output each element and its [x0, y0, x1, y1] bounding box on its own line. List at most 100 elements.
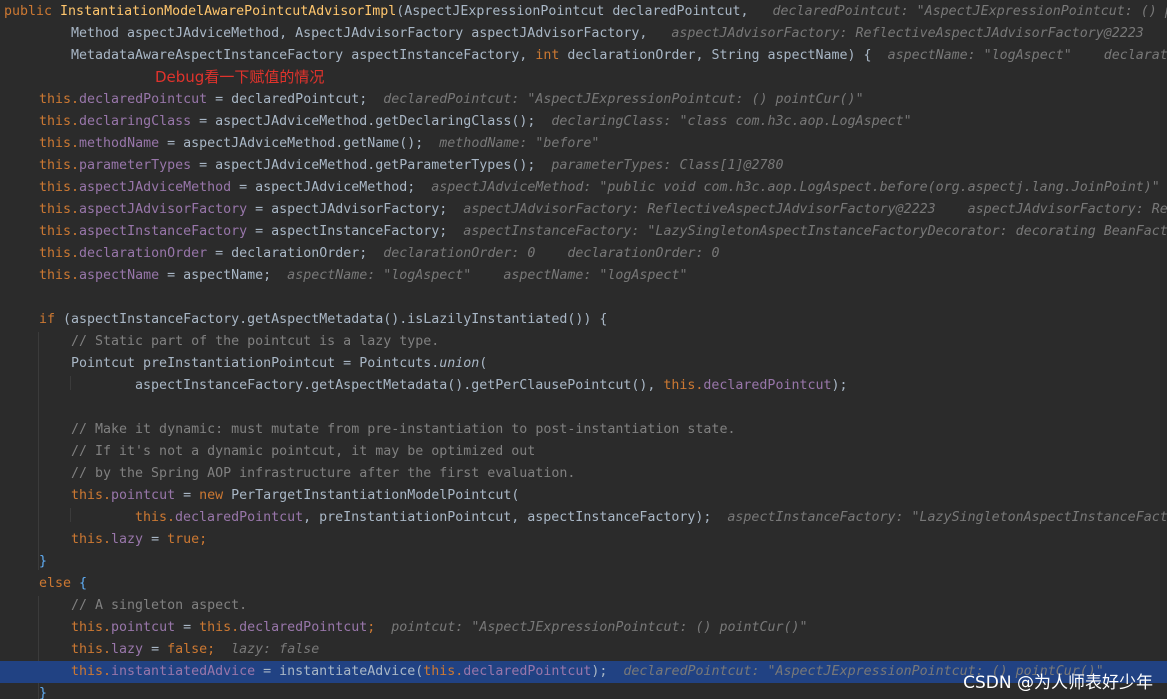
code-token: =: [143, 642, 168, 657]
code-line[interactable]: this.lazy = true;: [0, 529, 1167, 551]
code-token: = aspectJAdvisorFactory;: [247, 202, 448, 217]
code-token: new: [199, 488, 232, 503]
code-line[interactable]: this.methodName = aspectJAdviceMethod.ge…: [0, 133, 1167, 155]
code-token: declarationOrder: [79, 246, 208, 261]
code-token: declaredPointcut: [239, 620, 368, 635]
code-token: true: [167, 532, 200, 547]
code-token: this.: [39, 246, 80, 261]
code-token: this.: [135, 510, 176, 525]
code-line[interactable]: this.aspectJAdvisorFactory = aspectJAdvi…: [0, 199, 1167, 221]
code-token: declarationOrder, String aspectName) {: [567, 48, 872, 63]
code-token: InstantiationModelAwarePointcutAdvisorIm…: [60, 4, 397, 19]
code-token: = instantiateAdvice(: [255, 664, 424, 679]
code-line[interactable]: this.declaredPointcut, preInstantiationP…: [0, 507, 1167, 529]
code-token: instantiatedAdvice: [111, 664, 256, 679]
code-token: pointcut: [111, 620, 176, 635]
inline-debug-value: aspectJAdvisorFactory: ReflectiveAspectJ…: [447, 202, 1167, 217]
code-line[interactable]: this.declaringClass = aspectJAdviceMetho…: [0, 111, 1167, 133]
code-token: false: [167, 642, 208, 657]
code-token: if: [39, 312, 64, 327]
code-line[interactable]: this.declaredPointcut = declaredPointcut…: [0, 89, 1167, 111]
code-line[interactable]: // A singleton aspect.: [0, 595, 1167, 617]
code-line[interactable]: [0, 397, 1167, 419]
code-token: // Static part of the pointcut is a lazy…: [71, 334, 440, 349]
code-token: }: [39, 554, 48, 569]
inline-debug-value: declaredPointcut: "AspectJExpressionPoin…: [756, 4, 1167, 19]
code-line[interactable]: // If it's not a dynamic pointcut, it ma…: [0, 441, 1167, 463]
code-line[interactable]: this.pointcut = this.declaredPointcut; p…: [0, 617, 1167, 639]
inline-debug-value: aspectInstanceFactory: "LazySingletonAsp…: [447, 224, 1167, 239]
code-line[interactable]: }: [0, 551, 1167, 573]
code-token: aspectInstanceFactory: [79, 224, 248, 239]
code-token: lazy: [111, 642, 144, 657]
code-token: }: [39, 686, 48, 699]
code-line[interactable]: this.parameterTypes = aspectJAdviceMetho…: [0, 155, 1167, 177]
code-token: =: [175, 488, 200, 503]
code-line[interactable]: else {: [0, 573, 1167, 595]
code-token: = aspectJAdviceMethod.getDeclaringClass(…: [191, 114, 536, 129]
code-token: this.: [39, 158, 80, 173]
code-token: // A singleton aspect.: [71, 598, 248, 613]
code-token: = aspectJAdviceMethod.getParameterTypes(…: [191, 158, 536, 173]
watermark: CSDN @为人师表好少年: [963, 673, 1153, 693]
code-token: = aspectJAdviceMethod;: [231, 180, 416, 195]
code-token: = aspectName;: [159, 268, 272, 283]
code-line[interactable]: Method aspectJAdviceMethod, AspectJAdvis…: [0, 23, 1167, 45]
inline-debug-value: aspectInstanceFactory: "LazySingletonAsp…: [711, 510, 1167, 525]
inline-debug-value: aspectName: "logAspect" aspectName: "log…: [271, 268, 688, 283]
inline-debug-value: methodName: "before": [423, 136, 600, 151]
code-token: {: [79, 576, 88, 591]
code-line[interactable]: public InstantiationModelAwarePointcutAd…: [0, 1, 1167, 23]
code-line[interactable]: aspectInstanceFactory.getAspectMetadata(…: [0, 375, 1167, 397]
code-token: // If it's not a dynamic pointcut, it ma…: [71, 444, 536, 459]
code-line[interactable]: [0, 287, 1167, 309]
code-token: declaredPointcut: [463, 664, 592, 679]
inline-debug-value: aspectJAdviceMethod: "public void com.h3…: [415, 180, 1160, 195]
debug-annotation: Debug看一下赋值的情况: [155, 68, 325, 86]
code-token: this.: [663, 378, 704, 393]
code-line[interactable]: MetadataAwareAspectInstanceFactory aspec…: [0, 45, 1167, 67]
code-token: this.: [39, 180, 80, 195]
inline-debug-value: parameterTypes: Class[1]@2780: [535, 158, 784, 173]
code-token: Method aspectJAdviceMethod, AspectJAdvis…: [71, 26, 656, 41]
code-token: aspectInstanceFactory.getAspectMetadata(…: [135, 378, 664, 393]
code-line[interactable]: // Make it dynamic: must mutate from pre…: [0, 419, 1167, 441]
code-token: =: [175, 620, 200, 635]
code-token: parameterTypes: [79, 158, 192, 173]
code-token: declaredPointcut: [79, 92, 208, 107]
code-line[interactable]: this.pointcut = new PerTargetInstantiati…: [0, 485, 1167, 507]
code-token: this.: [71, 488, 112, 503]
code-line[interactable]: this.aspectJAdviceMethod = aspectJAdvice…: [0, 177, 1167, 199]
code-editor[interactable]: public InstantiationModelAwarePointcutAd…: [0, 0, 1167, 699]
code-line[interactable]: // by the Spring AOP infrastructure afte…: [0, 463, 1167, 485]
code-line[interactable]: this.lazy = false; lazy: false: [0, 639, 1167, 661]
code-token: pointcut: [111, 488, 176, 503]
code-line[interactable]: this.aspectName = aspectName; aspectName…: [0, 265, 1167, 287]
inline-debug-value: declarationOrder: 0 declarationOrder: 0: [367, 246, 720, 261]
code-line[interactable]: if (aspectInstanceFactory.getAspectMetad…: [0, 309, 1167, 331]
code-token: this.: [39, 268, 80, 283]
code-token: (: [479, 356, 488, 371]
code-token: this.: [39, 136, 80, 151]
code-token: this.: [39, 224, 80, 239]
code-token: = declaredPointcut;: [207, 92, 368, 107]
code-line[interactable]: this.declarationOrder = declarationOrder…: [0, 243, 1167, 265]
code-line[interactable]: this.aspectInstanceFactory = aspectInsta…: [0, 221, 1167, 243]
inline-debug-value: pointcut: "AspectJExpressionPointcut: ()…: [375, 620, 808, 635]
code-token: this.: [71, 620, 112, 635]
code-token: this.: [71, 664, 112, 679]
code-token: public: [4, 4, 61, 19]
code-token: this.: [199, 620, 240, 635]
code-token: ;: [207, 642, 216, 657]
code-token: =: [143, 532, 168, 547]
inline-debug-value: declaringClass: "class com.h3c.aop.LogAs…: [535, 114, 912, 129]
code-token: this.: [39, 114, 80, 129]
code-token: this.: [71, 642, 112, 657]
code-token: aspectJAdviceMethod: [79, 180, 232, 195]
code-token: = aspectInstanceFactory;: [247, 224, 448, 239]
code-token: = declarationOrder;: [207, 246, 368, 261]
inline-debug-value: aspectName: "logAspect" declarati: [871, 48, 1167, 63]
code-token: this.: [39, 92, 80, 107]
code-line[interactable]: // Static part of the pointcut is a lazy…: [0, 331, 1167, 353]
code-line[interactable]: Pointcut preInstantiationPointcut = Poin…: [0, 353, 1167, 375]
